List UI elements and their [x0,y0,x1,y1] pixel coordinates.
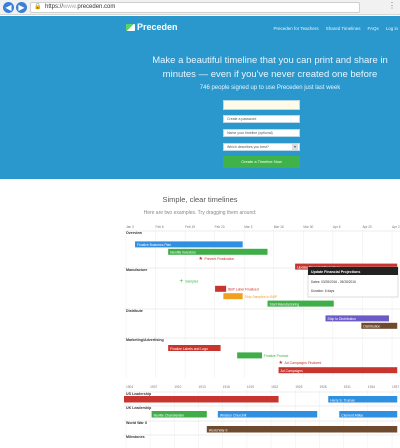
event-label[interactable]: Samples [185,279,198,283]
event-label[interactable]: Finalize Product [264,354,288,358]
tick-label: Feb 23 [215,225,225,229]
tick-label: Feb 6 [156,225,164,229]
project-timeline-svg[interactable]: Jan 3 Feb 6 Feb 19 Feb 23 Mar 3 Mar 16 Mar 30 A… [124,222,400,378]
browser-menu-icon[interactable]: ⋮ [388,1,396,10]
url-scheme: https:// [45,4,64,10]
tick-label: Apr 27 [392,225,400,229]
event-label[interactable]: BBP Label Finalized [228,288,259,292]
describe-select-label: Which describes you best? [227,145,269,149]
create-timeline-button[interactable]: Create a Timeline Now [223,156,300,168]
tick-label: 1919 [247,385,254,389]
event-label[interactable]: Clement Attlee [341,413,363,417]
nav-links: Preceden for Teachers Shared Timelines FAQ… [266,26,398,31]
tick-label: 1910 [174,385,181,389]
logo-text: Preceden [137,22,178,32]
layer-label: World War II [126,421,147,425]
event-label[interactable]: Winston Churchill [220,413,247,417]
section-title: Simple, clear timelines [162,195,238,204]
event-label[interactable]: Start Manufacturing [270,302,300,306]
event-label[interactable]: Neville Chamberlain [154,413,184,417]
tick-label: Apr 6 [333,225,341,229]
timeline-name-input[interactable]: Name your timeline (optional) [223,129,300,137]
tooltip-title: Update Financial Projections [311,270,360,274]
nav-link-shared[interactable]: Shared Timelines [326,26,361,31]
event-bar[interactable] [124,396,279,403]
section-subtitle: Here are two examples. Try dragging them… [143,210,257,216]
hero-section: Preceden Preceden for Teachers Shared Tim… [0,16,400,179]
tick-label: 1907 [150,385,157,389]
forward-arrow-icon[interactable]: ▶ [16,2,27,13]
event-bar[interactable] [223,293,243,300]
layer-label: Distribute [126,309,143,313]
tick-label: Mar 3 [244,225,252,229]
tick-label: Mar 30 [303,225,313,229]
url-domain: preceden.com [77,4,116,10]
event-bar[interactable] [215,285,227,292]
nav-link-teachers[interactable]: Preceden for Teachers [273,26,318,31]
describe-select[interactable]: Which describes you best? ▾ [223,143,300,151]
event-label[interactable]: World War II [209,428,228,432]
tick-label: 1931 [344,385,351,389]
tick-label: 1904 [126,385,133,389]
logo[interactable]: Preceden [126,22,178,32]
layer-label: US Leadership [126,392,152,396]
event-label[interactable]: Ship Samples to BBP [245,295,278,299]
layer-label: Overview [126,231,142,235]
event-milestone-marker[interactable]: + [179,278,183,284]
event-milestone-marker[interactable]: ★ [279,360,284,366]
nav-link-faqs[interactable]: FAQs [367,26,378,31]
nav-link-login[interactable]: Log in [386,26,398,31]
event-label[interactable]: Finalize Labels and Logo [170,347,208,351]
address-bar[interactable]: 🔒 https://www.preceden.com [30,2,360,13]
event-label[interactable]: Finalize Business Plan [137,243,171,247]
site-navigation: Preceden Preceden for Teachers Shared Tim… [0,16,400,38]
logo-icon [126,24,135,31]
tick-label: 1916 [223,385,230,389]
event-bar[interactable] [237,352,262,359]
event-label[interactable]: Identify Investors [170,251,196,255]
back-arrow-icon[interactable]: ◀ [3,2,14,13]
event-label[interactable]: Harry S. Truman [330,398,355,402]
tick-label: Apr 20 [362,225,372,229]
tick-label: 1922 [271,385,278,389]
tick-label: 1913 [199,385,206,389]
event-label[interactable]: Ad Campaigns Finalized [285,361,322,365]
tooltip-duration: Duration: 6 days [311,289,335,293]
tick-label: Feb 19 [185,225,195,229]
layer-label: UK Leadership [126,406,152,410]
history-timeline[interactable]: 1904 1907 1910 1913 1916 1919 1922 1925 1928 1931… [124,382,400,448]
layer-label: Marketing/Advertising [126,338,164,342]
tick-label: Mar 16 [274,225,284,229]
url-subdomain: www. [63,4,78,10]
layer-label: Milestones [126,435,145,439]
password-input[interactable]: Create a password [223,115,300,123]
event-milestone-marker[interactable]: ★ [199,256,204,262]
hero-title: Make a beautiful timeline that you can p… [152,55,388,80]
tick-label: 1937 [392,385,399,389]
event-label[interactable]: Distribution [363,325,380,329]
lock-icon: 🔒 [34,4,42,10]
event-label[interactable]: Ad Campaigns [281,369,304,373]
layer-label: Manufacture [126,268,147,272]
tick-label: 1928 [319,385,326,389]
event-bar[interactable] [206,426,398,433]
chevron-down-icon: ▾ [292,144,298,150]
project-timeline[interactable]: Jan 3 Feb 6 Feb 19 Feb 23 Mar 3 Mar 16 Mar 30 A… [124,222,400,378]
tick-label: 1925 [295,385,302,389]
history-timeline-svg[interactable]: 1904 1907 1910 1913 1916 1919 1922 1925 1928 1931… [124,382,400,448]
browser-toolbar: ◀ ▶ 🔒 https://www.preceden.com ⋮ [0,0,400,15]
event-label[interactable]: Ship to Distribution [327,317,356,321]
signup-count: 746 people signed up to use Preceden jus… [199,85,341,91]
tick-label: 1934 [368,385,375,389]
event-label[interactable]: Prevent Finalization [205,257,235,261]
tick-label: Jan 3 [126,225,134,229]
email-input[interactable] [223,100,300,110]
tooltip-dates: Dates: 03/28/2016 - 05/28/2016 [311,280,356,284]
